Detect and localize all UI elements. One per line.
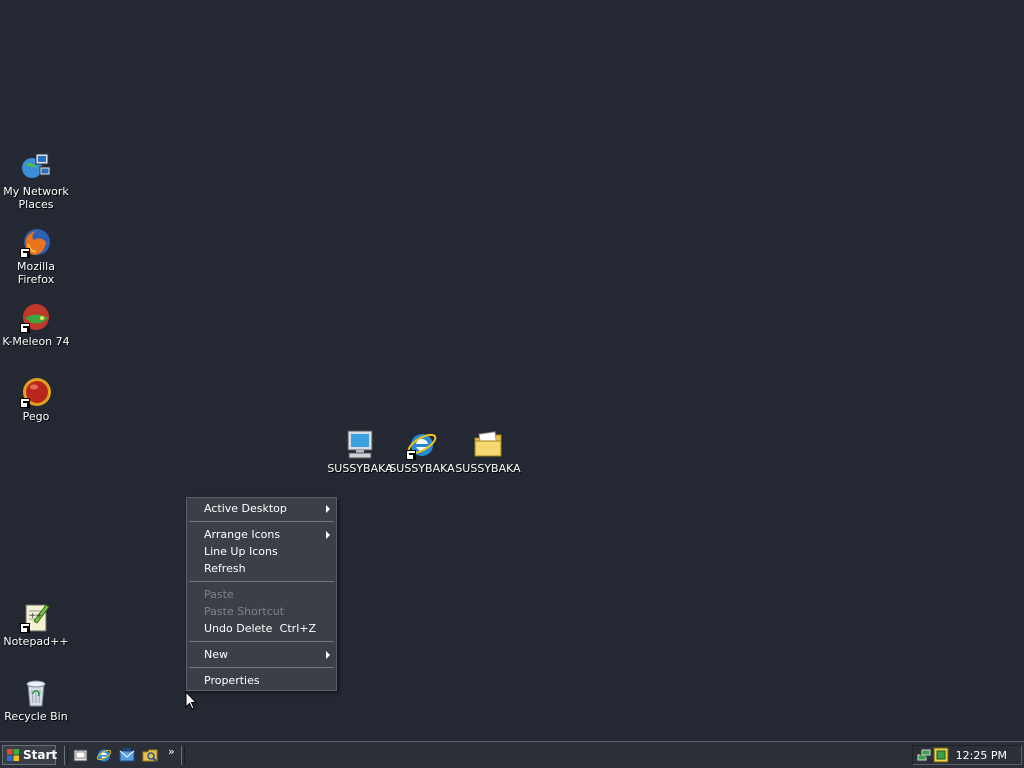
windows-flag-icon [7,749,19,761]
network-places-icon [20,151,52,183]
desktop-icon-label: K-Meleon 74 [2,335,70,348]
mouse-cursor-icon [185,691,197,710]
desktop-icon-label: SUSSYBAKA [455,462,521,475]
shortcut-arrow-icon [20,323,30,333]
quick-launch-divider[interactable] [64,746,68,765]
menu-separator [189,581,334,582]
folder-icon [472,428,504,460]
desktop-icon-mozilla-firefox[interactable]: Mozilla Firefox [0,226,72,286]
menu-item-new[interactable]: New [187,646,336,663]
desktop-context-menu[interactable]: Active Desktop Arrange Icons Line Up Ico… [186,497,337,691]
internet-explorer-icon[interactable] [96,747,112,763]
menu-item-paste-shortcut: Paste Shortcut [187,603,336,620]
desktop-icon-label: My Network Places [3,185,69,211]
firefox-icon [20,226,52,258]
menu-separator [189,667,334,668]
desktop-icon-recycle-bin[interactable]: Recycle Bin [0,676,72,723]
pego-icon [20,376,52,408]
menu-item-label: New [204,648,228,661]
menu-separator [189,641,334,642]
system-tray: 12:25 PM [912,745,1022,765]
menu-item-refresh[interactable]: Refresh [187,560,336,577]
outlook-express-icon[interactable] [119,747,135,763]
desktop-icon-label: SUSSYBAKA [389,462,455,475]
submenu-arrow-icon [326,531,330,539]
desktop-icon-label: Mozilla Firefox [17,260,55,286]
taskbar-clock[interactable]: 12:25 PM [956,746,1007,765]
recycle-bin-icon [20,676,52,708]
desktop-icon-label: Notepad++ [3,635,69,648]
network-tray-icon[interactable] [916,747,932,763]
desktop-icon-pego[interactable]: Pego [0,376,72,423]
show-desktop-icon[interactable] [73,747,89,763]
menu-item-label: Paste Shortcut [204,605,285,618]
menu-item-label: Line Up Icons [204,545,278,558]
desktop-icon-folder[interactable]: SUSSYBAKA [452,428,524,475]
submenu-arrow-icon [326,505,330,513]
computer-icon [344,428,376,460]
desktop-icon-internet-explorer[interactable]: SUSSYBAKA [386,428,458,475]
menu-item-arrange-icons[interactable]: Arrange Icons [187,526,336,543]
shortcut-arrow-icon [406,450,416,460]
desktop[interactable]: My Network Places Mozilla Firefox K-Mele… [0,0,1024,741]
svg-text:++: ++ [29,611,42,620]
menu-item-label: Arrange Icons [204,528,281,541]
submenu-arrow-icon [326,651,330,659]
taskbar: Start » 12:25 PM [0,741,1024,768]
menu-item-label: Undo Delete [204,622,273,635]
desktop-icon-notepad-plus-plus[interactable]: ++ Notepad++ [0,601,72,648]
menu-item-shortcut: Ctrl+Z [279,622,316,635]
menu-item-label: Refresh [204,562,246,575]
desktop-icon-label: Recycle Bin [4,710,68,723]
menu-item-paste: Paste [187,586,336,603]
volume-tray-icon[interactable] [933,747,949,763]
menu-separator [189,521,334,522]
start-label: Start [23,748,58,762]
menu-item-label: Paste [204,588,234,601]
k-meleon-icon [20,301,52,333]
taskbar-divider[interactable] [181,746,185,765]
desktop-icon-k-meleon[interactable]: K-Meleon 74 [0,301,72,348]
menu-item-label: Active Desktop [204,502,287,515]
desktop-icon-label: Pego [22,410,50,423]
desktop-icon-my-network-places[interactable]: My Network Places [0,151,72,211]
menu-item-label: Properties [204,674,260,687]
menu-item-line-up-icons[interactable]: Line Up Icons [187,543,336,560]
shortcut-arrow-icon [20,248,30,258]
quick-launch-chevron[interactable]: » [168,745,175,758]
menu-item-active-desktop[interactable]: Active Desktop [187,500,336,517]
internet-explorer-icon [406,428,438,460]
notepad-plus-plus-icon: ++ [20,601,52,633]
menu-item-undo-delete[interactable]: Undo Delete Ctrl+Z [187,620,336,637]
shortcut-arrow-icon [20,398,30,408]
start-button[interactable]: Start [2,745,58,765]
menu-item-properties[interactable]: Properties [187,672,336,689]
windows-explorer-icon[interactable] [142,747,158,763]
shortcut-arrow-icon [20,623,30,633]
